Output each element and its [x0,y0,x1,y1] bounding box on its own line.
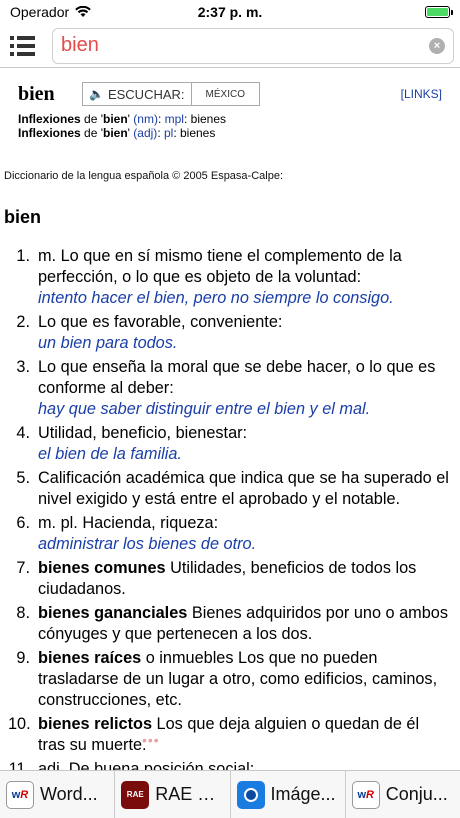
definition-body: bienes gananciales Bienes adquiridos por… [38,603,450,645]
speaker-icon: 🔈 [89,87,104,101]
search-toolbar: × [0,24,460,68]
definition-item: 11. adj. De buena posición social: [8,759,450,770]
source-credit: Diccionario de la lengua española © 2005… [4,170,284,182]
definition-number: 5. [16,469,30,487]
definition-body: m. pl. Hacienda, riqueza: administrar los… [38,513,450,555]
tab-label: Conju... [385,784,448,804]
definition-body: bienes raíces o inmuebles Los que no pue… [38,648,450,711]
definition-body: bienes relictos Los que deja alguien o q… [38,714,450,756]
search-input[interactable] [61,34,429,57]
definition-term: bienes gananciales [38,604,188,622]
definition-number: 4. [16,424,30,442]
definition-body: Lo que enseña la moral que se debe hacer… [38,357,450,420]
definition-example: administrar los bienes de otro. [38,535,257,553]
definition-body: m. Lo que en sí mismo tiene el complemen… [38,246,450,309]
definition-text: Lo que enseña la moral que se debe hacer… [38,358,436,397]
inflection-line: Inflexiones de 'bien' (adj): pl: bienes [18,126,216,140]
definition-list: 1. m. Lo que en sí mismo tiene el complem… [0,228,460,770]
tab-wordreference[interactable]: wR Word... [0,771,116,818]
loading-indicator: ••• [142,732,160,748]
definition-item: 7. bienes comunes Utilidades, beneficios … [8,558,450,600]
listen-group: 🔈 ESCUCHAR: MÉXICO [82,82,260,106]
wifi-icon [75,6,91,17]
definition-title: bien [4,207,42,227]
definition-number: 9. [16,649,30,667]
definition-body: Calificación académica que indica que se… [38,468,450,510]
battery-level [427,8,448,16]
definition-body: bienes comunes Utilidades, beneficios de… [38,558,450,600]
definition-text: Utilidad, beneficio, bienestar: [38,424,248,442]
definition-item: 6. m. pl. Hacienda, riqueza: administrar l… [8,513,450,555]
definition-number: 10. [8,715,31,733]
definition-item: 4. Utilidad, beneficio, bienestar: el bien… [8,423,450,465]
definition-body: adj. De buena posición social: [38,759,450,770]
form-link[interactable]: pl [164,126,173,140]
tab-bar: wR Word... RAE RAE B... Imáge... wR Conj… [0,770,460,818]
definition-term: bienes comunes [38,559,166,577]
definition-item: 5. Calificación académica que indica que … [8,468,450,510]
definition-number: 6. [16,514,30,532]
links-button[interactable]: [LINKS] [401,87,442,101]
tab-rae[interactable]: RAE RAE B... [115,771,231,818]
definition-number: 2. [16,313,30,331]
inflection-line: Inflexiones de 'bien' (nm): mpl: bienes [18,112,227,126]
definition-item: 1. m. Lo que en sí mismo tiene el complem… [8,246,450,309]
wordreference-icon: wR [6,780,34,809]
definition-text: adj. De buena posición social: [38,760,255,770]
definition-example: hay que saber distinguir entre el bien y… [38,400,371,418]
entry-header: bien 🔈 ESCUCHAR: MÉXICO [LINKS] [0,70,460,110]
definition-example: intento hacer el bien, pero no siempre l… [38,289,394,307]
definition-number: 7. [16,559,30,577]
definition-example: un bien para todos. [38,334,178,352]
tab-label: Imáge... [270,784,336,804]
definition-item: 9. bienes raíces o inmuebles Los que no p… [8,648,450,711]
definition-number: 8. [16,604,30,622]
headword: bien [18,82,55,105]
definition-item: 2. Lo que es favorable, conveniente: un bi… [8,312,450,354]
inflections: Inflexiones de 'bien' (nm): mpl: bienes … [0,110,460,142]
form-link[interactable]: mpl [165,112,184,126]
battery-icon [425,6,453,18]
definition-text: Lo que es favorable, conveniente: [38,313,283,331]
definition-number: 11. [8,760,30,770]
image-search-icon [236,780,265,809]
search-box: × [52,27,454,64]
tab-label: Word... [40,784,98,804]
pos-link[interactable]: (adj) [133,126,157,140]
clear-icon[interactable]: × [429,37,445,54]
rae-book-icon: RAE [121,780,150,809]
tab-images[interactable]: Imáge... [231,771,346,818]
definition-item: 10. bienes relictos Los que deja alguien … [8,714,450,756]
listen-button[interactable]: 🔈 ESCUCHAR: [83,83,192,105]
region-select[interactable]: MÉXICO [192,83,259,105]
listen-label: ESCUCHAR: [107,86,185,102]
carrier-label: Operador [10,4,70,20]
list-icon [10,35,46,40]
definition-body: Lo que es favorable, conveniente: un bien… [38,312,450,354]
definition-item: 3. Lo que enseña la moral que se debe hac… [8,357,450,420]
definition-number: 3. [16,358,30,376]
wordreference-icon: wR [351,780,380,809]
tab-label: RAE B... [155,784,224,804]
definition-number: 1. [16,247,30,265]
definition-term: bienes relictos [38,715,153,733]
status-bar: Operador 2:37 p. m. [0,0,460,24]
definition-text: Calificación académica que indica que se… [38,469,449,508]
tab-conjugation[interactable]: wR Conju... [346,771,460,818]
menu-button[interactable] [6,28,46,64]
definition-body: Utilidad, beneficio, bienestar: el bien d… [38,423,450,465]
definition-item: 8. bienes gananciales Bienes adquiridos p… [8,603,450,645]
definition-text: m. Lo que en sí mismo tiene el complemen… [38,247,402,286]
definition-text: m. pl. Hacienda, riqueza: [38,514,219,532]
definition-term: bienes raíces [38,649,142,667]
definition-example: el bien de la familia. [38,445,182,463]
pos-link[interactable]: (nm) [133,112,158,126]
dictionary-content[interactable]: bien 🔈 ESCUCHAR: MÉXICO [LINKS] Inflexio… [0,70,460,770]
